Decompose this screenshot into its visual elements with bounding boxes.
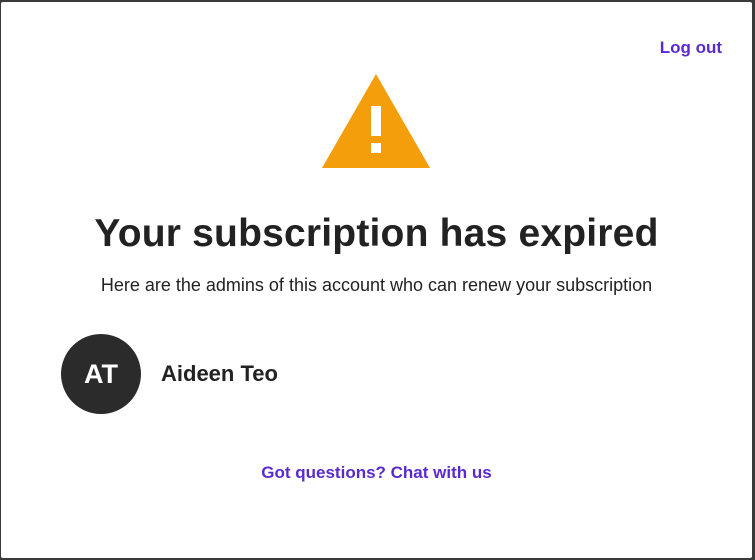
chat-with-us-link[interactable]: Got questions? Chat with us: [1, 463, 752, 483]
avatar: AT: [61, 334, 141, 414]
avatar-initials: AT: [84, 358, 118, 389]
admin-name: Aideen Teo: [161, 361, 278, 386]
page-subtitle: Here are the admins of this account who …: [100, 275, 653, 295]
page-title: Your subscription has expired: [94, 212, 659, 255]
warning-icon: [322, 74, 430, 168]
admin-list-item: AT Aideen Teo: [61, 334, 278, 414]
logout-link[interactable]: Log out: [660, 38, 722, 58]
subscription-expired-modal: Log out Your subscription has expired He…: [1, 2, 752, 558]
